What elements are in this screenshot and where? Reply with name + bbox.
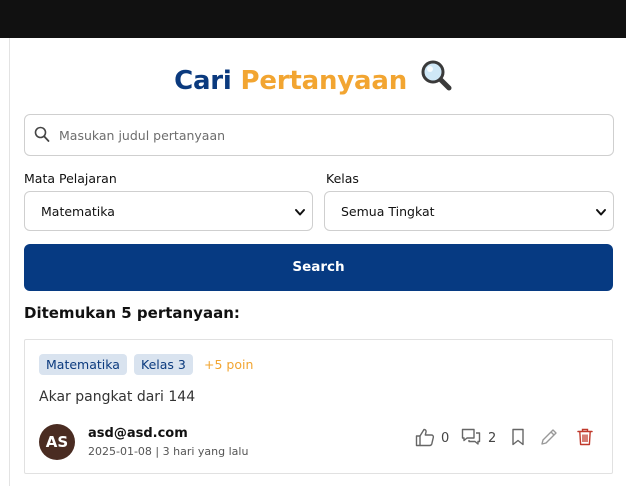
subject-label: Mata Pelajaran: [24, 171, 117, 186]
edit-icon[interactable]: [540, 428, 558, 446]
grade-select-value: Semua Tingkat: [341, 204, 435, 219]
subject-select-value: Matematika: [41, 204, 115, 219]
title-part-2: Pertanyaan: [240, 66, 408, 96]
subject-select[interactable]: Matematika: [24, 191, 313, 231]
subject-tag: Matematika: [39, 354, 127, 375]
results-count: Ditemukan 5 pertanyaan:: [24, 304, 240, 322]
chevron-down-icon: [294, 206, 306, 221]
search-icon: [34, 126, 50, 149]
page-title: Cari Pertanyaan: [0, 59, 626, 101]
like-count: 0: [441, 431, 450, 446]
chevron-down-icon: [595, 206, 607, 221]
points-badge: +5 poin: [204, 357, 254, 372]
comment-count: 2: [488, 431, 497, 446]
thumbs-up-icon[interactable]: [415, 428, 435, 447]
bookmark-icon[interactable]: [511, 428, 525, 446]
grade-label: Kelas: [326, 171, 359, 186]
question-card[interactable]: Matematika Kelas 3 +5 poin Akar pangkat …: [24, 339, 613, 474]
question-date: 2025-01-08 | 3 hari yang lalu: [88, 445, 249, 458]
search-input[interactable]: [59, 123, 599, 147]
grade-select[interactable]: Semua Tingkat: [324, 191, 614, 231]
trash-icon[interactable]: [577, 428, 593, 446]
left-divider: [9, 38, 10, 486]
search-button[interactable]: Search: [24, 244, 613, 291]
magnifier-emoji-icon: [420, 59, 452, 98]
comments-icon[interactable]: [461, 428, 481, 446]
question-text[interactable]: Akar pangkat dari 144: [39, 389, 195, 405]
search-field[interactable]: [24, 114, 614, 156]
title-part-1: Cari: [174, 66, 232, 96]
top-bar: [0, 0, 626, 38]
grade-tag: Kelas 3: [134, 354, 193, 375]
author-email: asd@asd.com: [88, 426, 188, 441]
avatar: AS: [39, 424, 75, 460]
